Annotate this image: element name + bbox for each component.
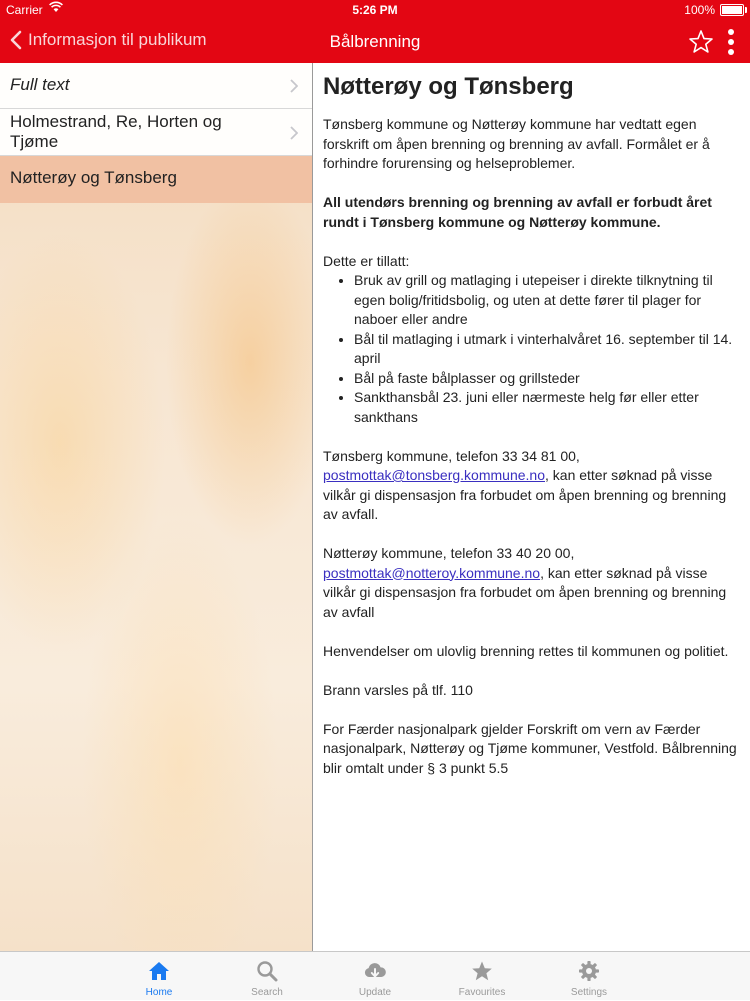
list-item: Bruk av grill og matlaging i utepeiser i… [354,271,738,330]
ban-paragraph: All utendørs brenning og brenning av avf… [323,194,712,230]
tab-label: Favourites [458,987,506,998]
tab-search[interactable]: Search [227,952,307,1001]
allowed-heading: Dette er tillatt: [323,252,410,269]
tab-label: Update [358,987,392,998]
sidebar-item-holmestrand[interactable]: Holmestrand, Re, Horten og Tjøme [0,109,312,156]
article-heading: Nøtterøy og Tønsberg [323,73,574,100]
status-bar: Carrier 5:26 PM 100% [0,0,750,20]
chevron-left-icon [10,30,22,50]
notteroy-email-link[interactable]: postmottak@notteroy.kommune.no [323,565,540,581]
tab-label: Home [145,987,173,998]
notteroy-contact-text: Nøtterøy kommune, telefon 33 40 20 00, [323,545,575,561]
battery-icon [720,4,747,16]
tab-settings[interactable]: Settings [549,952,629,1001]
sidebar-item-label: Nøtterøy og Tønsberg [10,168,177,187]
search-icon [257,961,278,982]
sidebar-item-notteroy-tonsberg[interactable]: Nøtterøy og Tønsberg [0,156,312,203]
tab-label: Settings [570,987,608,998]
sidebar-item-label: Full text [10,75,70,94]
star-icon [472,961,492,981]
tab-label: Search [251,987,283,998]
faerder-paragraph: For Færder nasjonalpark gjelder Forskrif… [323,720,737,776]
sidebar-item-full-text[interactable]: Full text [0,63,312,109]
star-outline-icon [689,30,713,53]
tonsberg-contact-paragraph: Tønsberg kommune, telefon 33 34 81 00, p… [323,447,738,525]
tab-favourites[interactable]: Favourites [442,952,522,1001]
notteroy-contact-paragraph: Nøtterøy kommune, telefon 33 40 20 00, p… [323,544,738,622]
battery-percentage: 100% [684,3,715,17]
illegal-burning-paragraph: Henvendelser om ulovlig brenning rettes … [323,642,729,659]
tonsberg-contact-text: Tønsberg kommune, telefon 33 34 81 00, [323,447,580,464]
back-button[interactable]: Informasjon til publikum [10,30,207,50]
favourite-button[interactable] [688,29,714,59]
chevron-right-icon [290,126,298,140]
home-icon [149,962,169,980]
more-options-button[interactable] [724,28,738,61]
sidebar-list: Full text Holmestrand, Re, Horten og Tjø… [0,63,312,203]
list-item: Bål til matlaging i utmark i vinterhalvå… [354,330,738,369]
cloud-download-icon [364,963,386,978]
vertical-ellipsis-icon [728,29,734,55]
gear-icon [579,961,599,981]
sidebar-item-label: Holmestrand, Re, Horten og Tjøme [10,112,222,151]
tab-home[interactable]: Home [119,952,199,1001]
list-item: Sankthansbål 23. juni eller nærmeste hel… [354,388,738,427]
allowed-list: Bruk av grill og matlaging i utepeiser i… [323,271,738,427]
clock: 5:26 PM [352,3,398,17]
intro-paragraph: Tønsberg kommune og Nøtterøy kommune har… [323,116,710,171]
navigation-bar: Informasjon til publikum Bålbrenning [0,20,750,63]
chevron-right-icon [290,79,298,93]
fire-alarm-paragraph: Brann varsles på tlf. 110 [323,681,473,698]
tab-bar: Home Search Update Favourites Settings [0,951,750,1000]
article-content[interactable]: Nøtterøy og Tønsberg Tønsberg kommune og… [313,63,750,951]
tonsberg-email-link[interactable]: postmottak@tonsberg.kommune.no [323,467,545,483]
list-item: Bål på faste bålplasser og grillsteder [354,369,738,389]
sidebar: Full text Holmestrand, Re, Horten og Tjø… [0,63,312,951]
tab-update[interactable]: Update [335,952,415,1001]
back-button-label: Informasjon til publikum [28,30,207,49]
